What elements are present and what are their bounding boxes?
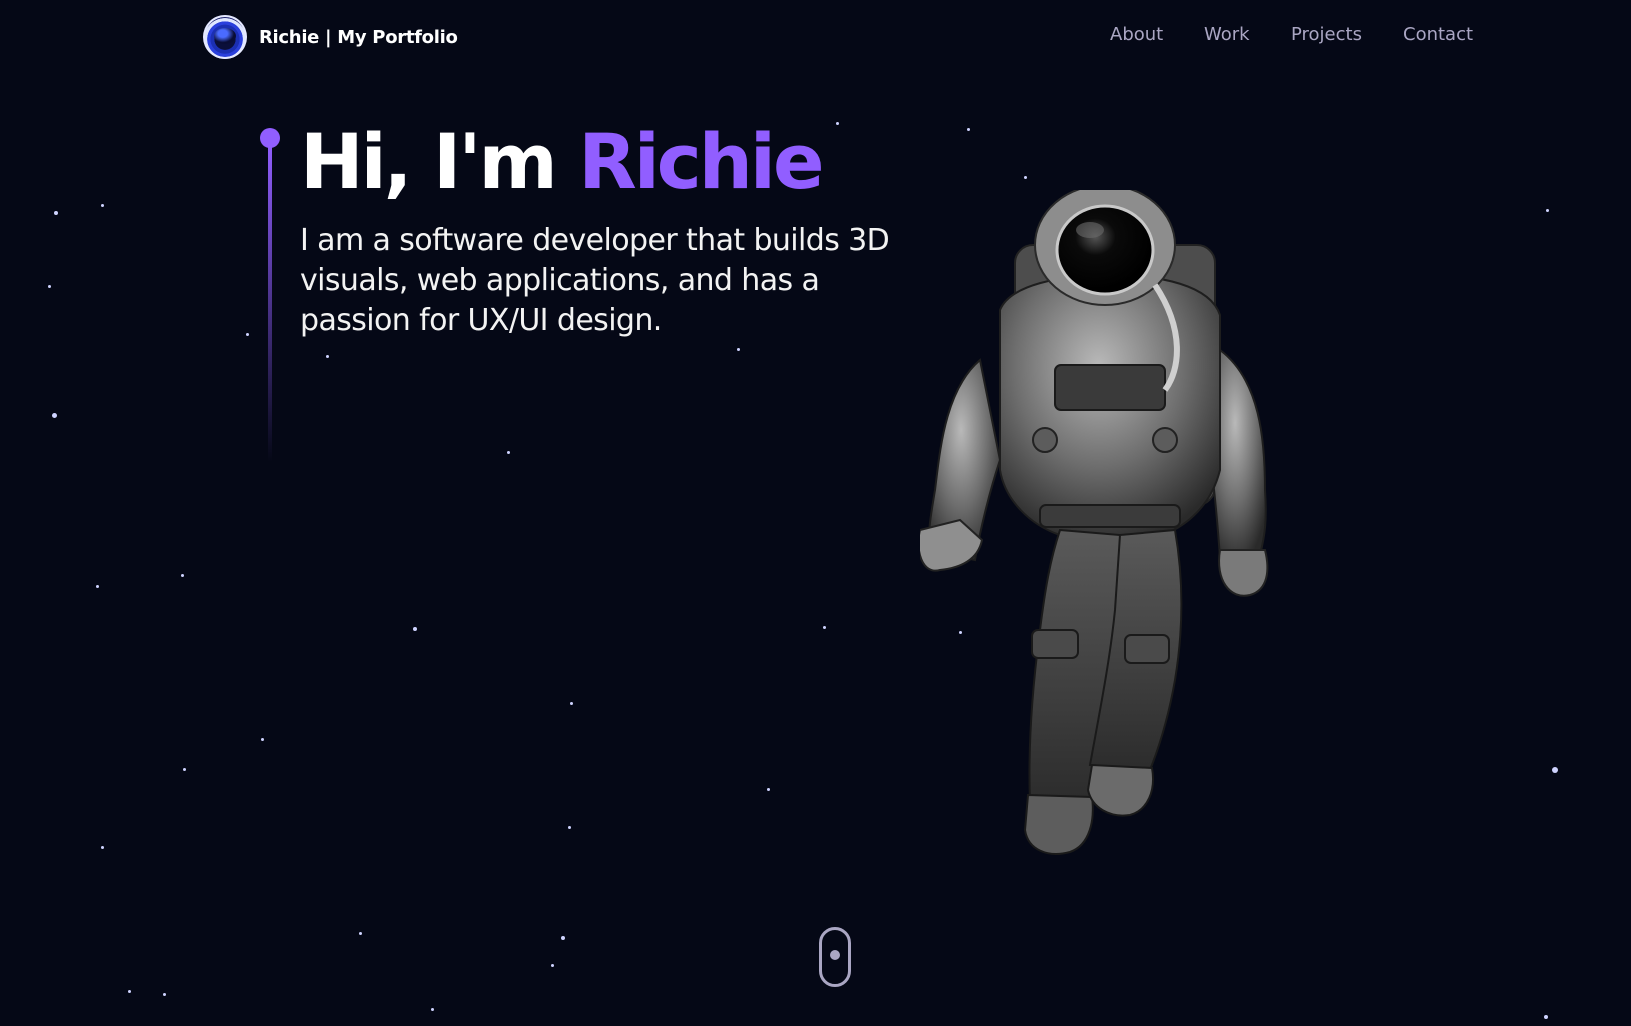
right-boot	[1086, 763, 1154, 817]
star	[568, 826, 571, 829]
astronaut-helmet-icon	[203, 15, 247, 59]
astronaut-model[interactable]	[920, 190, 1300, 890]
visor	[1055, 204, 1155, 296]
star	[737, 348, 740, 351]
nav-link-work[interactable]: Work	[1204, 24, 1250, 45]
star	[1544, 1015, 1548, 1019]
nav-link-projects[interactable]: Projects	[1291, 24, 1362, 45]
star	[163, 993, 166, 996]
nav-link-about[interactable]: About	[1110, 24, 1163, 45]
portfolio-page: Richie | My Portfolio About Work Project…	[0, 0, 1631, 1026]
star	[767, 788, 770, 791]
brand-name: Richie | My Portfolio	[259, 26, 458, 48]
star	[261, 738, 264, 741]
hero-subtitle: I am a software developer that builds 3D…	[300, 223, 890, 338]
star	[1552, 767, 1558, 773]
star	[183, 768, 186, 771]
star	[823, 626, 826, 629]
navbar: Richie | My Portfolio About Work Project…	[0, 0, 1631, 76]
star	[431, 1008, 434, 1011]
star	[48, 285, 51, 288]
star	[181, 574, 184, 577]
nav-link-contact[interactable]: Contact	[1403, 24, 1473, 45]
hero-title: Hi, I'm Richie	[300, 112, 825, 212]
scroll-dot	[830, 950, 840, 960]
star	[54, 211, 58, 215]
star	[326, 355, 329, 358]
star	[413, 627, 417, 631]
star	[967, 128, 970, 131]
star	[246, 333, 249, 336]
star	[507, 451, 510, 454]
star	[96, 585, 99, 588]
brand-link[interactable]: Richie | My Portfolio	[203, 15, 458, 59]
star	[359, 932, 362, 935]
star	[128, 990, 131, 993]
hero-line	[268, 144, 272, 462]
star	[551, 964, 554, 967]
hero-name: Richie	[578, 117, 824, 206]
star	[101, 204, 104, 207]
star	[52, 413, 57, 418]
star	[1546, 209, 1549, 212]
star	[570, 702, 573, 705]
star	[101, 846, 104, 849]
star	[836, 122, 839, 125]
mouse-scroll-icon[interactable]	[819, 927, 851, 987]
hero-greeting: Hi, I'm	[300, 117, 579, 206]
left-boot	[1023, 793, 1094, 855]
star	[561, 936, 565, 940]
star	[1024, 176, 1027, 179]
